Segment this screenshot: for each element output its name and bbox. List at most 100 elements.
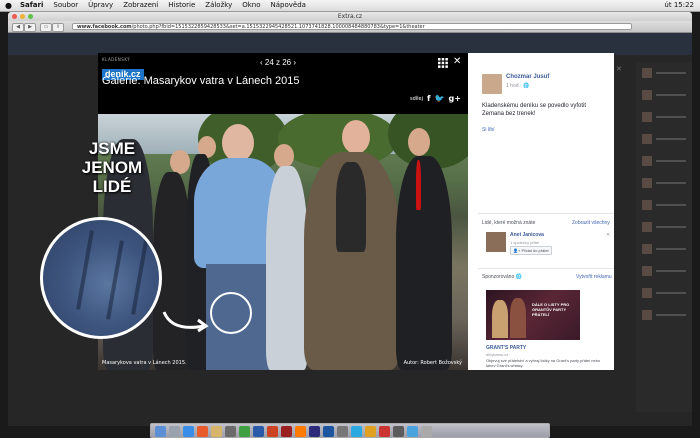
window-titlebar: Extra.cz — [8, 12, 692, 21]
suggested-person-name[interactable]: Anet Janicova — [510, 232, 544, 238]
avatar[interactable] — [482, 74, 502, 94]
create-ad-link[interactable]: Vytvořit reklamu — [576, 274, 612, 280]
skype-icon[interactable] — [351, 426, 362, 437]
highlight-circle — [210, 292, 252, 334]
close-icon[interactable]: ✕ — [616, 65, 622, 73]
ad-description: Objevuj své přátelství a vyhraj lístky n… — [486, 358, 601, 368]
powerpoint-icon[interactable] — [267, 426, 278, 437]
chat-avatar[interactable] — [642, 112, 652, 122]
ad-domain[interactable]: dlnykamo.cz — [486, 352, 508, 357]
post-side-panel: ✕ Chozmar Jusuf 1 hod · 🌐 Kladenskému de… — [468, 53, 622, 370]
acrobat-icon[interactable] — [281, 426, 292, 437]
post-timestamp[interactable]: 1 hod · 🌐 — [506, 83, 529, 89]
chat-avatar[interactable] — [642, 90, 652, 100]
gallery-header: KLADENSKÝ denik.cz ‹ 24 z 26 › ✕ Galerie… — [98, 53, 468, 113]
meme-overlay-text: JSME JENOM LIDÉ — [81, 139, 143, 196]
illustrator-icon[interactable] — [295, 426, 306, 437]
mutual-friends[interactable]: 1 společný přítel — [510, 240, 539, 245]
close-gallery-icon[interactable]: ✕ — [453, 56, 461, 67]
add-friend-button[interactable]: 👤+ Přidat do přátel — [510, 246, 552, 255]
menu-file[interactable]: Soubor — [53, 1, 78, 9]
app-icon[interactable] — [379, 426, 390, 437]
url-path: /photo.php?fbid=1515322859428533&set=a.1… — [131, 24, 425, 30]
close-window-icon[interactable] — [12, 14, 17, 19]
dismiss-suggestion-icon[interactable]: ✕ — [606, 232, 610, 238]
menu-window[interactable]: Okno — [242, 1, 260, 9]
share-button[interactable]: ⇪ — [52, 23, 64, 32]
chat-sidebar — [636, 62, 692, 412]
photo-author: Autor: Robert Božovský — [403, 360, 462, 366]
people-you-may-know-title: Lidé, které možná znáte — [482, 220, 536, 226]
photo-counter[interactable]: ‹ 24 z 26 › — [260, 58, 296, 67]
menu-items: Safari Soubor Úpravy Zobrazení Historie … — [20, 1, 306, 9]
show-all-link[interactable]: Zobrazit všechny — [572, 220, 610, 226]
menu-bookmarks[interactable]: Záložky — [205, 1, 232, 9]
chat-avatar[interactable] — [642, 156, 652, 166]
logo-subtitle: KLADENSKÝ — [102, 57, 131, 62]
chat-avatar[interactable] — [642, 68, 652, 78]
chat-avatar[interactable] — [642, 200, 652, 210]
ad-image-text: DÁLE O LISTY PRO GRANTŮV PARTY PŘÁTELÍ — [532, 302, 570, 317]
address-bar[interactable]: www.facebook.com/photo.php?fbid=15153228… — [72, 23, 632, 30]
finder-icon[interactable] — [155, 426, 166, 437]
photoshop-icon[interactable] — [323, 426, 334, 437]
menu-history[interactable]: Historie — [168, 1, 195, 9]
menu-safari[interactable]: Safari — [20, 1, 43, 9]
avatar[interactable] — [486, 232, 506, 252]
share-label: sdílej — [410, 95, 424, 102]
photo-caption: Masarykova vatra v Lánech 2015. — [102, 360, 187, 366]
facebook-share-icon[interactable]: f — [427, 94, 430, 103]
ad-image[interactable]: DÁLE O LISTY PRO GRANTŮV PARTY PŘÁTELÍ — [486, 290, 580, 340]
chat-avatar[interactable] — [642, 266, 652, 276]
denik-logo[interactable]: KLADENSKÝ denik.cz — [102, 57, 157, 80]
ad-title[interactable]: GRANT'S PARTY — [486, 345, 526, 351]
chat-avatar[interactable] — [642, 222, 652, 232]
zoom-window-icon[interactable] — [28, 14, 33, 19]
back-button[interactable]: ◀ — [12, 23, 24, 32]
chat-avatar[interactable] — [642, 310, 652, 320]
trash-icon[interactable] — [421, 426, 432, 437]
minimize-window-icon[interactable] — [20, 14, 25, 19]
google-plus-share-icon[interactable]: g+ — [448, 94, 460, 103]
poster-name[interactable]: Chozmar Jusuf — [506, 74, 549, 80]
app-icon[interactable] — [225, 426, 236, 437]
menu-edit[interactable]: Úpravy — [88, 1, 113, 9]
app-icon[interactable] — [393, 426, 404, 437]
twitter-share-icon[interactable]: 🐦 — [435, 94, 445, 103]
chat-avatar[interactable] — [642, 134, 652, 144]
url-host: www.facebook.com — [77, 24, 132, 30]
clock[interactable]: út 15:22 — [664, 1, 694, 9]
menu-help[interactable]: Nápověda — [271, 1, 306, 9]
add-friend-label: Přidat do přátel — [521, 248, 549, 253]
arrow-icon — [162, 311, 209, 333]
sidebar-button[interactable]: ▭ — [40, 23, 52, 32]
share-bar: sdílej f 🐦 g+ — [410, 94, 461, 103]
window-controls — [12, 14, 33, 19]
main-photo[interactable]: Masarykova vatra v Lánech 2015. Autor: R… — [98, 114, 468, 370]
menu-view[interactable]: Zobrazení — [123, 1, 158, 9]
head-center — [222, 124, 254, 162]
excel-icon[interactable] — [239, 426, 250, 437]
notes-icon[interactable] — [211, 426, 222, 437]
browser-toolbar: ◀ ▶ ▭ ⇪ www.facebook.com/photo.php?fbid=… — [8, 21, 692, 33]
window-title: Extra.cz — [337, 13, 363, 20]
app-icon[interactable] — [407, 426, 418, 437]
chat-avatar[interactable] — [642, 244, 652, 254]
chat-avatar[interactable] — [642, 288, 652, 298]
launchpad-icon[interactable] — [169, 426, 180, 437]
apple-icon[interactable]: ● — [5, 1, 12, 10]
firefox-icon[interactable] — [197, 426, 208, 437]
facebook-topbar — [8, 33, 692, 55]
app-icon[interactable] — [337, 426, 348, 437]
grid-icon[interactable] — [438, 58, 448, 68]
chat-avatar[interactable] — [642, 178, 652, 188]
like-link[interactable]: Si líbí — [482, 127, 495, 133]
app-icon[interactable] — [365, 426, 376, 437]
menu-bar: ● Safari Soubor Úpravy Zobrazení Histori… — [0, 0, 700, 12]
word-icon[interactable] — [253, 426, 264, 437]
safari-icon[interactable] — [183, 426, 194, 437]
person-dark-suit — [396, 156, 452, 370]
forward-button[interactable]: ▶ — [24, 23, 36, 32]
sponsored-label: Sponzorováno 🌐 — [482, 274, 522, 280]
indesign-icon[interactable] — [309, 426, 320, 437]
